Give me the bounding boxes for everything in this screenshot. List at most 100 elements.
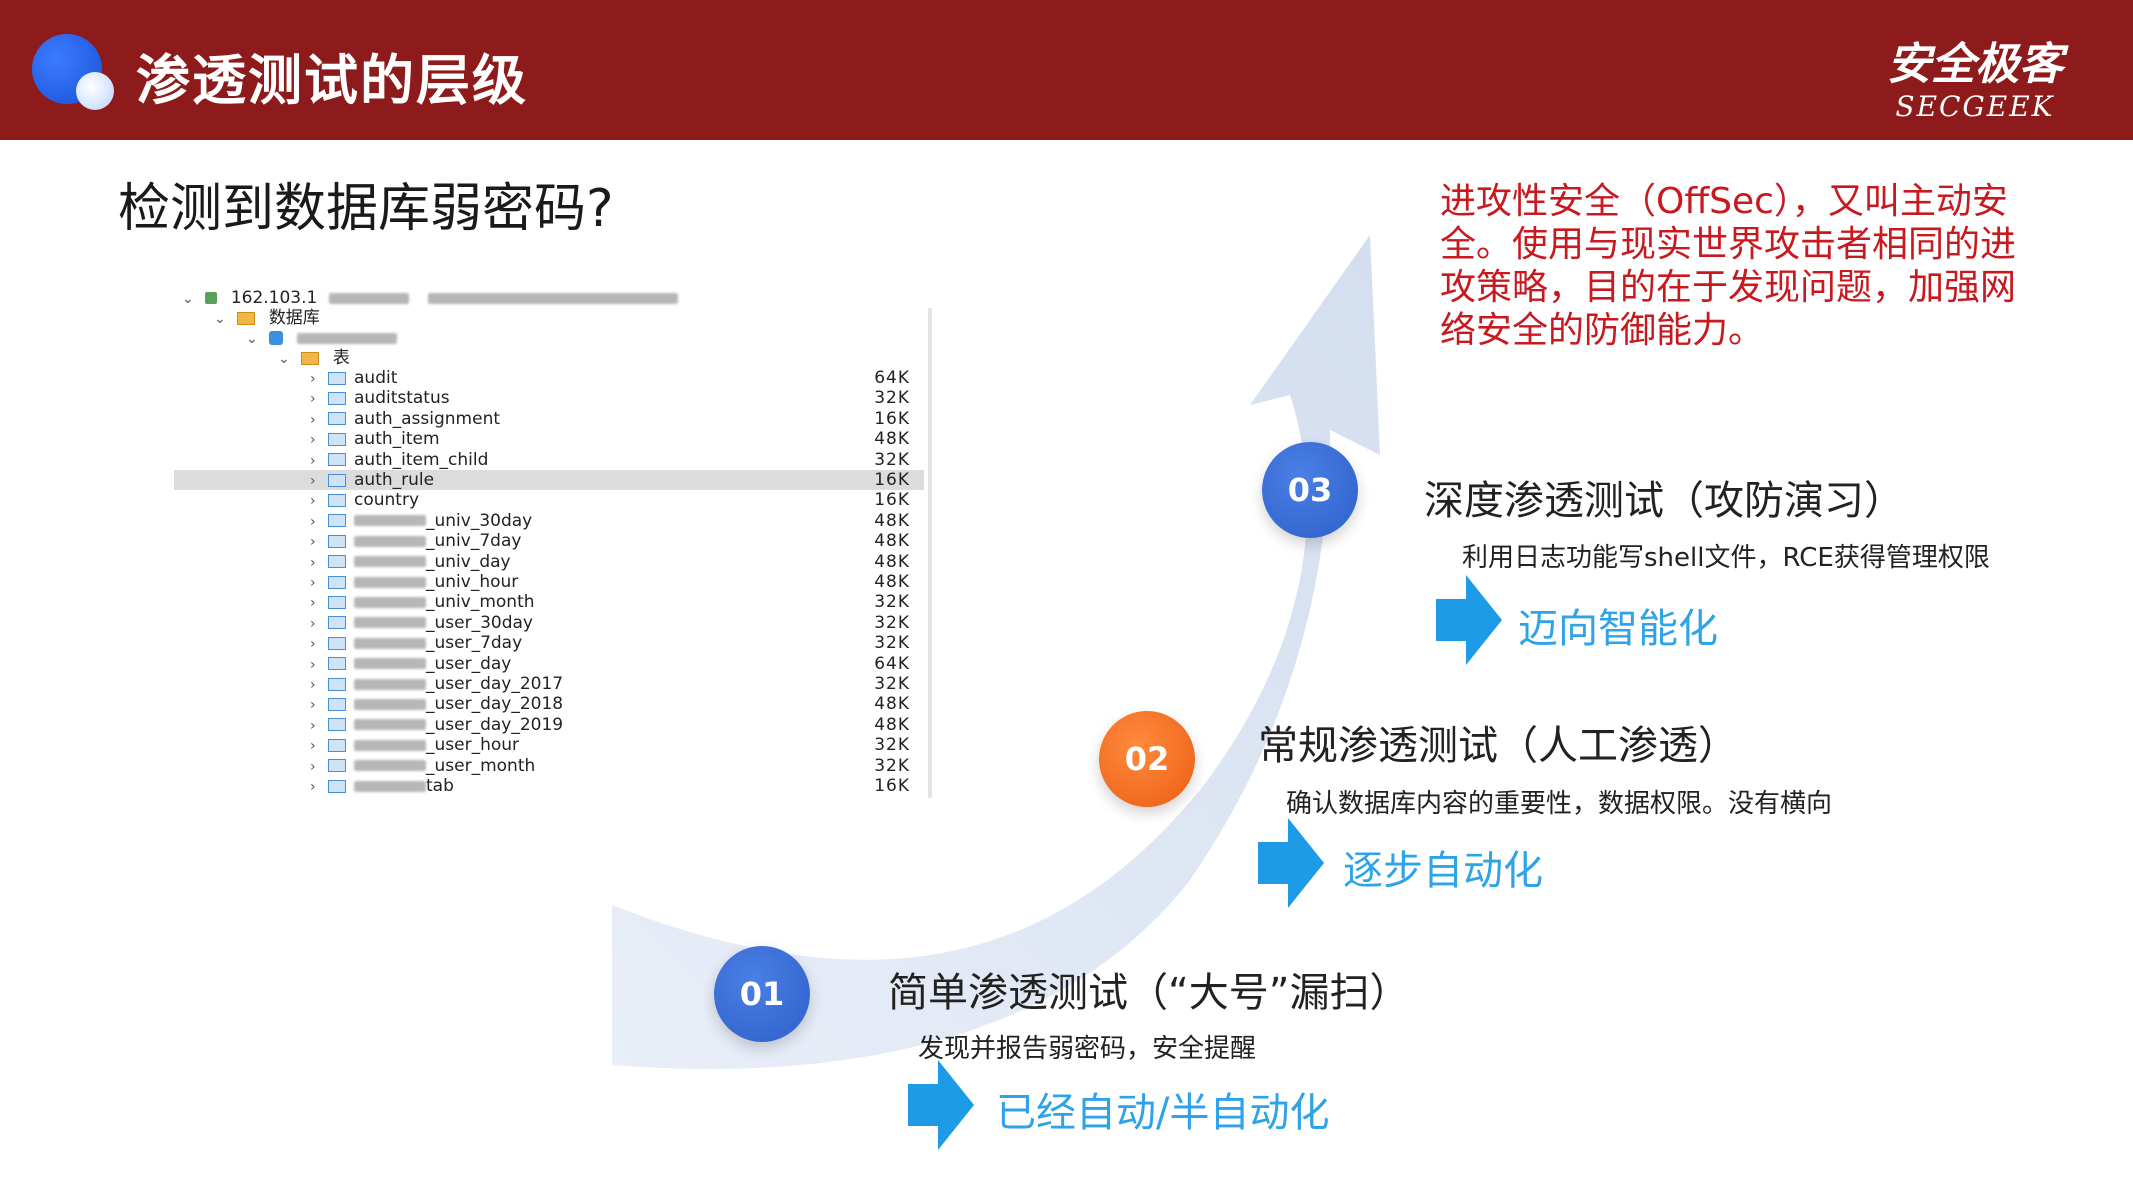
tree-tables-folder[interactable]: ⌄ 表	[278, 348, 350, 368]
chevron-right-icon[interactable]: ›	[310, 491, 328, 511]
tables-folder-label: 表	[332, 348, 350, 368]
table-row-content: › _univ_7day	[310, 531, 521, 551]
table-row[interactable]: › _user_day_2018 48K	[174, 694, 924, 714]
chevron-right-icon[interactable]: ›	[310, 430, 328, 450]
table-row-content: › _user_30day	[310, 613, 533, 633]
arrow-right-icon	[1258, 818, 1324, 908]
table-row[interactable]: › _univ_hour 48K	[174, 572, 924, 592]
chevron-right-icon[interactable]: ›	[310, 736, 328, 756]
table-row[interactable]: › _univ_month 32K	[174, 592, 924, 612]
table-size: 32K	[874, 674, 910, 694]
table-row-content: › auditstatus	[310, 388, 450, 408]
chevron-right-icon[interactable]: ›	[310, 532, 328, 552]
chevron-right-icon[interactable]: ›	[310, 369, 328, 389]
offsec-description: 进攻性安全（OffSec），又叫主动安全。使用与现实世界攻击者相同的进攻策略，目…	[1440, 181, 2017, 351]
table-name: _user_day_2017	[426, 674, 564, 694]
table-row-selected[interactable]: › auth_rule 16K	[174, 470, 924, 490]
table-row-content: › _user_7day	[310, 633, 522, 653]
table-row[interactable]: › _user_7day 32K	[174, 633, 924, 653]
table-row[interactable]: › _univ_7day 48K	[174, 531, 924, 551]
table-row[interactable]: › _user_hour 32K	[174, 735, 924, 755]
level-3-title: 深度渗透测试（攻防演习）	[1424, 478, 1904, 524]
table-icon	[328, 779, 346, 793]
table-row[interactable]: › _univ_day 48K	[174, 552, 924, 572]
table-row[interactable]: › auth_item 48K	[174, 429, 924, 449]
chevron-right-icon[interactable]: ›	[310, 614, 328, 634]
table-size: 64K	[874, 368, 910, 388]
table-size: 16K	[874, 776, 910, 796]
table-row[interactable]: › _univ_30day 48K	[174, 511, 924, 531]
table-name: auth_assignment	[354, 408, 501, 429]
table-name: country	[354, 490, 420, 511]
level-3-desc: 利用日志功能写shell文件，RCE获得管理权限	[1462, 543, 1990, 573]
table-name: _user_30day	[426, 612, 533, 633]
table-icon	[328, 432, 346, 446]
table-icon	[328, 555, 346, 569]
tree-database-node[interactable]: ⌄	[246, 328, 397, 348]
tree-host-node[interactable]: ⌄ 162.103.1	[182, 288, 679, 308]
table-size: 32K	[874, 612, 910, 633]
table-row-content: › auth_item_child	[310, 450, 488, 470]
table-row[interactable]: › _user_month 32K	[174, 756, 924, 776]
table-name: _univ_hour	[426, 572, 519, 592]
table-prefix-blurred	[354, 658, 426, 670]
chevron-right-icon[interactable]: ›	[310, 389, 328, 409]
table-name: _univ_day	[426, 551, 511, 572]
table-size: 48K	[874, 510, 910, 531]
table-prefix-blurred	[354, 698, 426, 710]
table-name: _univ_30day	[426, 510, 533, 531]
host-label: 162.103.1	[230, 288, 318, 308]
chevron-right-icon[interactable]: ›	[310, 512, 328, 532]
table-row[interactable]: › country 16K	[174, 490, 924, 510]
chevron-right-icon[interactable]: ›	[310, 410, 328, 430]
chevron-down-icon: ⌄	[182, 291, 194, 307]
chevron-right-icon[interactable]: ›	[310, 553, 328, 573]
chevron-right-icon[interactable]: ›	[310, 573, 328, 593]
table-name: _user_7day	[426, 633, 523, 654]
folder-icon	[237, 311, 256, 325]
table-row[interactable]: › _user_day_2019 48K	[174, 715, 924, 735]
table-name: _univ_7day	[426, 531, 522, 552]
chevron-right-icon[interactable]: ›	[310, 655, 328, 675]
chevron-down-icon: ⌄	[246, 331, 258, 347]
table-icon	[328, 718, 346, 732]
table-row[interactable]: › auth_assignment 16K	[174, 409, 924, 429]
table-size: 16K	[874, 470, 910, 490]
table-icon	[328, 473, 346, 487]
chevron-right-icon[interactable]: ›	[310, 695, 328, 715]
table-row-content: › _user_day_2019	[310, 715, 563, 735]
table-icon	[328, 759, 346, 773]
table-prefix-blurred	[354, 678, 426, 690]
db-folder-label: 数据库	[268, 308, 320, 328]
table-name: _user_hour	[426, 735, 520, 756]
tree-db-folder[interactable]: ⌄ 数据库	[214, 308, 320, 328]
chevron-right-icon[interactable]: ›	[310, 451, 328, 471]
chevron-right-icon[interactable]: ›	[310, 634, 328, 654]
table-name: auth_rule	[354, 470, 435, 490]
tree-scrollbar[interactable]	[928, 308, 932, 798]
table-name: _user_day_2018	[426, 694, 564, 715]
table-icon	[328, 412, 346, 426]
chevron-right-icon[interactable]: ›	[310, 716, 328, 736]
table-row[interactable]: › auth_item_child 32K	[174, 450, 924, 470]
chevron-right-icon[interactable]: ›	[310, 675, 328, 695]
table-name: audit	[354, 368, 398, 388]
table-row[interactable]: › audit 64K	[174, 368, 924, 388]
table-row[interactable]: › tab 16K	[174, 776, 924, 796]
chevron-right-icon[interactable]: ›	[310, 593, 328, 613]
table-size: 32K	[874, 449, 910, 470]
chevron-right-icon[interactable]: ›	[310, 777, 328, 797]
chevron-right-icon[interactable]: ›	[310, 757, 328, 777]
table-row-content: › _univ_month	[310, 592, 535, 612]
table-prefix-blurred	[354, 739, 426, 751]
chevron-down-icon: ⌄	[278, 351, 290, 367]
table-row[interactable]: › auditstatus 32K	[174, 388, 924, 408]
table-icon	[328, 514, 346, 528]
table-size: 32K	[874, 735, 910, 756]
table-row[interactable]: › _user_30day 32K	[174, 613, 924, 633]
table-size: 32K	[874, 755, 910, 776]
chevron-right-icon[interactable]: ›	[310, 471, 328, 491]
table-row[interactable]: › _user_day 64K	[174, 654, 924, 674]
table-row-content: › tab	[310, 776, 454, 796]
table-row[interactable]: › _user_day_2017 32K	[174, 674, 924, 694]
